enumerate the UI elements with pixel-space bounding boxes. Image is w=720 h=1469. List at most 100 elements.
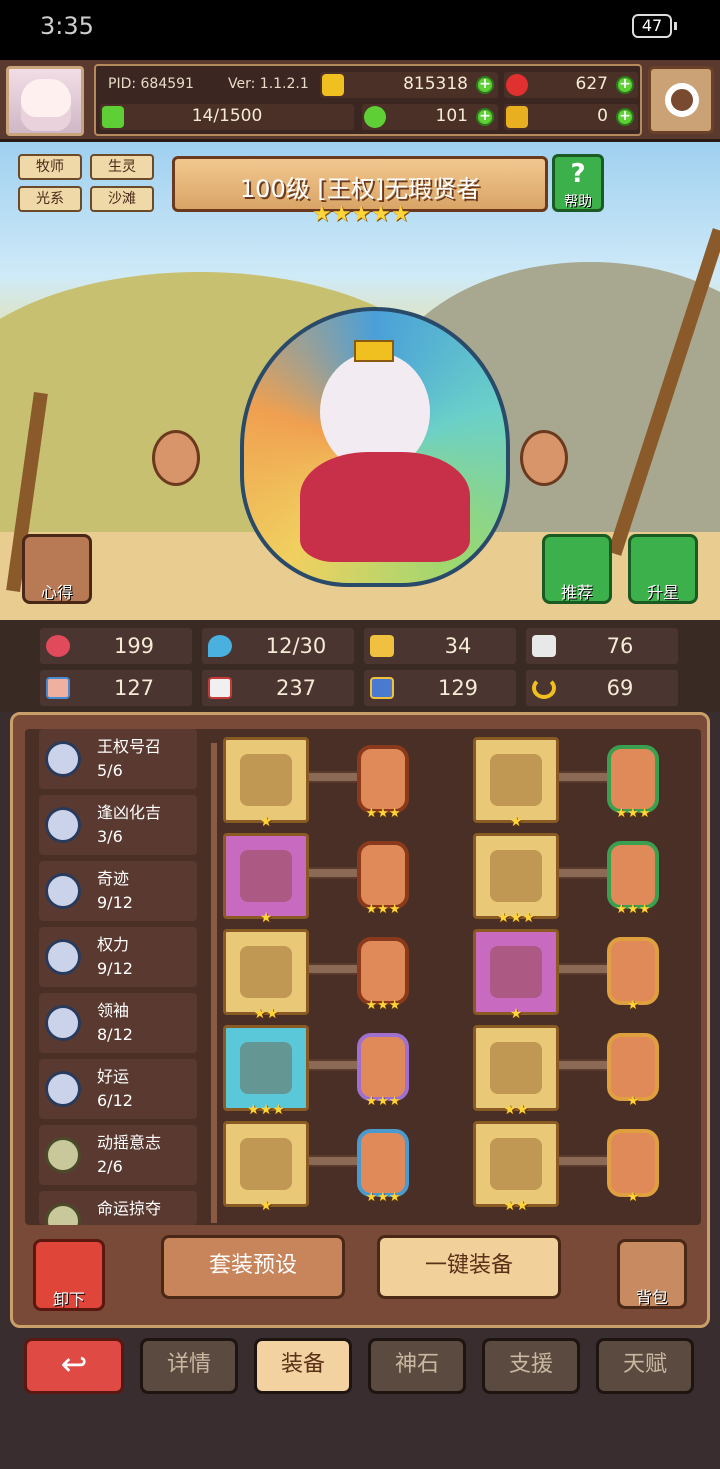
tag-class: 牧师 (18, 154, 82, 180)
set-progress: 2/6 (97, 1157, 123, 1176)
set-progress: 8/12 (97, 1025, 133, 1044)
rune-slot[interactable]: ★★★ (607, 841, 659, 917)
gem-resource: 627 + (504, 72, 638, 98)
rune-slot[interactable]: ★★★ (357, 745, 409, 821)
rune-slot[interactable]: ★★★ (357, 1129, 409, 1205)
set-item[interactable]: 命运掠夺 (39, 1191, 197, 1225)
bottom-tabs: ↩ 详情 装备 神石 支援 天赋 (0, 1330, 720, 1469)
tab-support[interactable]: 支援 (482, 1338, 580, 1394)
next-hero-button[interactable] (520, 430, 568, 486)
ruby-icon (506, 74, 528, 96)
gear-slot[interactable]: ★ (223, 833, 309, 926)
equipment-inner: 王权号召 5/6 逢凶化吉 3/6 奇迹 9/12 权力 9/12 领袖 8/12 好运 6… (25, 729, 701, 1225)
gold-value: 815318 (403, 74, 468, 94)
water-drop-icon (208, 635, 232, 657)
tab-god-stone[interactable]: 神石 (368, 1338, 466, 1394)
lucky-clover-icon (364, 106, 386, 128)
set-coin-icon (45, 1137, 81, 1173)
recommend-button[interactable]: 推荐 (542, 534, 612, 604)
gear-slot[interactable]: ★ (473, 737, 559, 830)
rune-stars: ★★★ (365, 998, 401, 1013)
hero-stars: ★★★★★ (312, 202, 411, 227)
gear-slot[interactable]: ★ (473, 929, 559, 1022)
stat-agility-value: 129 (437, 676, 479, 700)
gear-slot[interactable]: ★ (223, 1121, 309, 1214)
clock: 3:35 (40, 12, 94, 40)
set-progress: 9/12 (97, 893, 133, 912)
gear-stars: ★ (259, 814, 273, 830)
gear-slot[interactable]: ★★ (473, 1025, 559, 1118)
question-icon: ? (570, 159, 586, 189)
equipment-panel: 王权号召 5/6 逢凶化吉 3/6 奇迹 9/12 权力 9/12 领袖 8/12 好运 6… (10, 712, 710, 1328)
insight-label: 心得 (40, 583, 73, 602)
gear-stars: ★ (259, 910, 273, 926)
tag-race: 生灵 (90, 154, 154, 180)
horn-icon (506, 106, 528, 128)
tab-equipment[interactable]: 装备 (254, 1338, 352, 1394)
set-coin-icon (45, 741, 81, 777)
set-item[interactable]: 权力 9/12 (39, 927, 197, 987)
rune-slot[interactable]: ★ (607, 937, 659, 1013)
add-horn-button[interactable]: + (616, 108, 634, 126)
gear-stars: ★ (509, 1006, 523, 1022)
add-gem-button[interactable]: + (616, 76, 634, 94)
top-resource-bar: PID: 684591 Ver: 1.1.2.1 14/1500 815318 … (0, 60, 720, 142)
rune-slot[interactable]: ★★★ (607, 745, 659, 821)
set-item[interactable]: 动摇意志 2/6 (39, 1125, 197, 1185)
back-button[interactable]: ↩ (24, 1338, 124, 1394)
insight-button[interactable]: 心得 (22, 534, 92, 604)
add-clover-button[interactable]: + (476, 108, 494, 126)
unequip-label: 卸下 (52, 1290, 85, 1309)
preset-button[interactable]: 套装预设 (161, 1235, 345, 1299)
clover-value: 101 (435, 106, 468, 126)
gear-slot[interactable]: ★★★ (223, 1025, 309, 1118)
stat-attack-value: 127 (113, 676, 155, 700)
bag-button[interactable]: 背包 (617, 1239, 687, 1309)
set-item[interactable]: 好运 6/12 (39, 1059, 197, 1119)
rune-stars: ★★★ (615, 806, 651, 821)
add-gold-button[interactable]: + (476, 76, 494, 94)
equip-all-button[interactable]: 一键装备 (377, 1235, 561, 1299)
set-name: 奇迹 (97, 869, 130, 888)
rune-slot[interactable]: ★★★ (357, 1033, 409, 1109)
set-item[interactable]: 领袖 8/12 (39, 993, 197, 1053)
rune-stars: ★★★ (365, 1190, 401, 1205)
help-button[interactable]: ? 帮助 (552, 154, 604, 212)
stat-attack: 127 (40, 670, 192, 706)
gear-rune-link (559, 771, 609, 783)
tab-details[interactable]: 详情 (140, 1338, 238, 1394)
fist-icon (46, 677, 70, 699)
necklace-icon (240, 946, 292, 998)
wing-icon (532, 635, 556, 657)
staff-icon (240, 754, 292, 806)
gear-stars: ★ (259, 1198, 273, 1214)
gear-slot[interactable]: ★★★ (473, 833, 559, 926)
gear-slot[interactable]: ★★ (223, 929, 309, 1022)
rune-slot[interactable]: ★★★ (357, 841, 409, 917)
gold-resource: 815318 + (320, 72, 498, 98)
bag-label: 背包 (635, 1288, 668, 1307)
status-bar: 3:35 47 (0, 0, 720, 60)
rune-slot[interactable]: ★★★ (357, 937, 409, 1013)
gear-rune-link (559, 1059, 609, 1071)
tab-talent[interactable]: 天赋 (596, 1338, 694, 1394)
gear-rune-link (309, 1059, 359, 1071)
unequip-button[interactable]: 卸下 (33, 1239, 105, 1311)
set-item[interactable]: 奇迹 9/12 (39, 861, 197, 921)
gear-slot[interactable]: ★★ (473, 1121, 559, 1214)
gear-slot[interactable]: ★ (223, 737, 309, 830)
avatar[interactable] (6, 66, 84, 136)
set-item[interactable]: 王权号召 5/6 (39, 729, 197, 789)
gear-stars: ★ (509, 814, 523, 830)
clover-resource: 101 + (362, 104, 498, 130)
star-up-button[interactable]: 升星 (628, 534, 698, 604)
gem-ring-icon (240, 1138, 292, 1190)
gear-rune-link (559, 867, 609, 879)
settings-button[interactable] (648, 66, 714, 134)
game-version: Ver: 1.1.2.1 (228, 76, 309, 92)
set-item[interactable]: 逢凶化吉 3/6 (39, 795, 197, 855)
prev-hero-button[interactable] (152, 430, 200, 486)
rune-slot[interactable]: ★ (607, 1033, 659, 1109)
rune-slot[interactable]: ★ (607, 1129, 659, 1205)
set-coin-icon (45, 873, 81, 909)
